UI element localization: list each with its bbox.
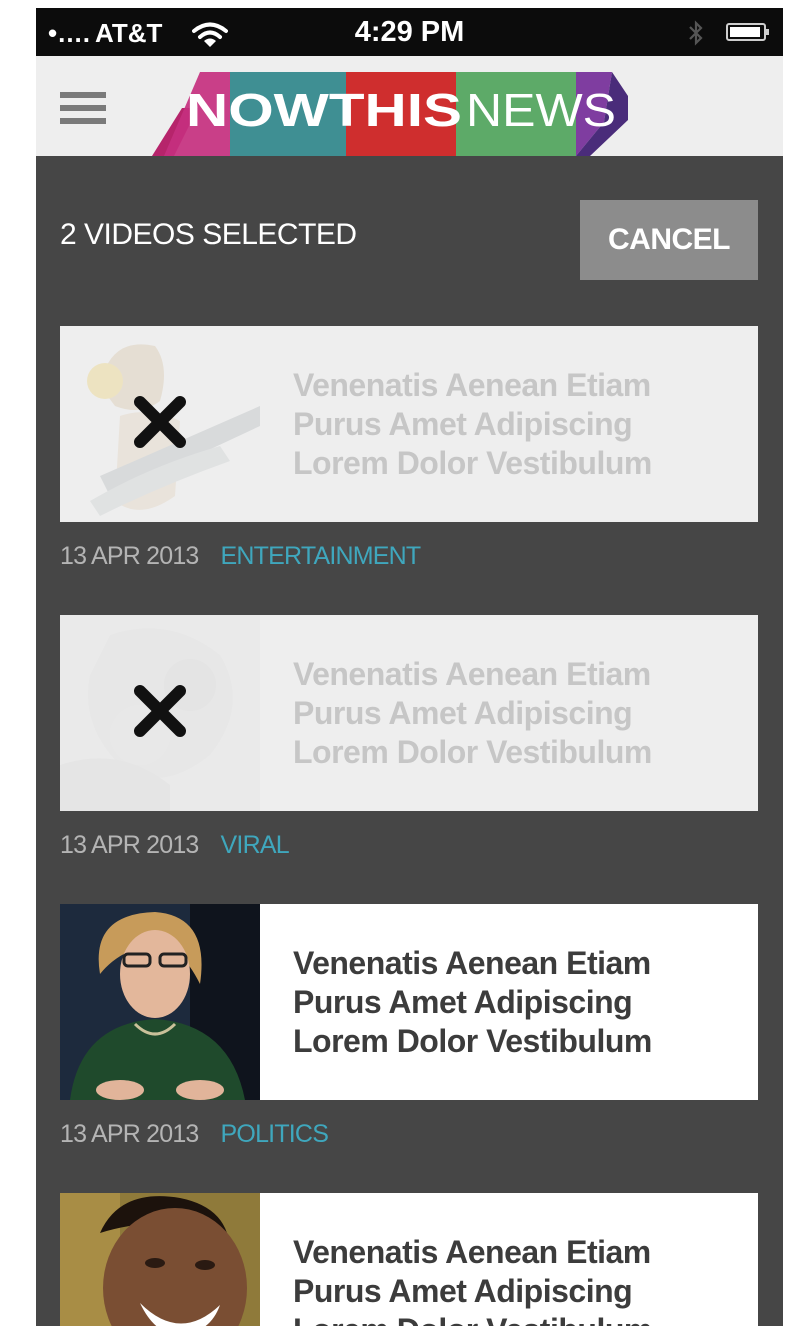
video-title: Venenatis Aenean Etiam Purus Amet Adipisc… — [293, 367, 652, 481]
video-thumbnail — [60, 615, 260, 811]
nowthis-news-logo: NOWTHIS NEWS — [152, 72, 628, 156]
bluetooth-icon — [689, 20, 703, 46]
logo-nowthis: NOWTHIS — [186, 84, 462, 136]
cancel-button[interactable]: CANCEL — [580, 200, 758, 280]
video-date: 13 APR 2013 — [60, 1120, 199, 1148]
video-date: 13 APR 2013 — [60, 831, 199, 859]
category-link[interactable]: POLITICS — [221, 1120, 329, 1148]
video-title: Venenatis Aenean Etiam Purus Amet Adipisc… — [293, 1234, 652, 1326]
hamburger-icon[interactable] — [60, 92, 106, 124]
video-title: Venenatis Aenean Etiam Purus Amet Adipisc… — [293, 945, 652, 1059]
selection-bar: 2 VIDEOS SELECTED CANCEL — [36, 200, 783, 280]
battery-icon — [726, 23, 769, 41]
video-thumbnail — [60, 1193, 260, 1326]
category-link[interactable]: ENTERTAINMENT — [221, 542, 422, 570]
video-card[interactable]: Venenatis Aenean Etiam Purus Amet Adipisc… — [60, 615, 758, 811]
video-thumbnail — [60, 326, 260, 522]
x-icon[interactable] — [130, 681, 190, 741]
video-meta: 13 APR 2013 VIRAL — [60, 831, 290, 865]
selection-count-label: 2 VIDEOS SELECTED — [60, 218, 357, 251]
video-card[interactable]: Venenatis Aenean Etiam Purus Amet Adipisc… — [60, 326, 758, 522]
video-title: Venenatis Aenean Etiam Purus Amet Adipisc… — [293, 656, 652, 770]
video-card[interactable]: Venenatis Aenean Etiam Purus Amet Adipisc… — [60, 1193, 758, 1326]
app-header: NOWTHIS NEWS — [36, 56, 783, 156]
video-meta: 13 APR 2013 POLITICS — [60, 1120, 329, 1154]
video-thumbnail — [60, 904, 260, 1100]
x-icon[interactable] — [130, 392, 190, 452]
category-link[interactable]: VIRAL — [221, 831, 290, 859]
video-date: 13 APR 2013 — [60, 542, 199, 570]
status-bar: •.... AT&T 4:29 PM — [36, 8, 783, 56]
phone-screen: •.... AT&T 4:29 PM NOWTHIS NEWS 2 VIDEOS… — [36, 8, 783, 1326]
clock: 4:29 PM — [354, 16, 465, 48]
video-card[interactable]: Venenatis Aenean Etiam Purus Amet Adipisc… — [60, 904, 758, 1100]
video-meta: 13 APR 2013 ENTERTAINMENT — [60, 542, 422, 576]
logo-news: NEWS — [466, 84, 616, 136]
